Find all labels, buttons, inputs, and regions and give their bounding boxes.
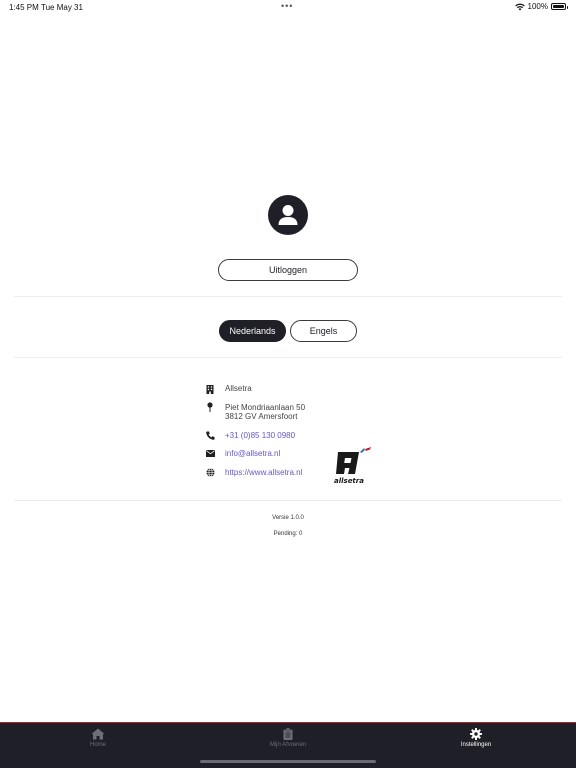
- language-option-engels[interactable]: Engels: [290, 320, 357, 342]
- battery-icon: [551, 3, 568, 10]
- divider-middle: [14, 357, 562, 358]
- tab-label: Home: [89, 742, 106, 748]
- tab-instellingen[interactable]: Instellingen: [416, 728, 536, 748]
- allsetra-logo: allsetra: [333, 446, 375, 486]
- battery-percentage: 100%: [527, 2, 548, 11]
- tab-label: Mijn Afvoeren: [269, 742, 307, 748]
- envelope-icon: [205, 448, 215, 458]
- phone-icon: [205, 430, 215, 440]
- avatar: [268, 195, 308, 235]
- status-time: 1:45 PM: [9, 3, 39, 12]
- home-indicator[interactable]: [200, 760, 376, 763]
- multitasking-dots-icon[interactable]: •••: [281, 1, 293, 11]
- building-icon: [205, 384, 215, 394]
- logout-button[interactable]: Uitloggen: [218, 259, 358, 281]
- pending-text: Pending: 0: [273, 531, 303, 537]
- status-right: 100%: [514, 2, 568, 11]
- wifi-icon: [514, 3, 525, 10]
- tab-mijn-afvoeren[interactable]: Mijn Afvoeren: [228, 728, 348, 748]
- logout-label: Uitloggen: [268, 265, 308, 275]
- language-option-nederlands[interactable]: Nederlands: [219, 320, 286, 342]
- clipboard-icon: [283, 728, 293, 740]
- tab-home[interactable]: Home: [38, 728, 158, 748]
- globe-icon: [205, 467, 215, 477]
- company-name: Allsetra: [225, 384, 252, 393]
- language-option-label: Nederlands: [229, 326, 276, 336]
- status-date: Tue May 31: [41, 3, 83, 12]
- person-icon: [278, 205, 298, 225]
- email-link[interactable]: info@allsetra.nl: [225, 449, 280, 458]
- divider-bottom: [14, 500, 562, 501]
- language-option-label: Engels: [309, 326, 338, 336]
- location-pin-icon: [205, 402, 215, 412]
- gear-icon: [470, 728, 482, 740]
- address-line-1: Piet Mondriaanlaan 50: [225, 403, 306, 412]
- home-icon: [91, 728, 105, 740]
- status-bar: 1:45 PM Tue May 31 ••• 100%: [0, 0, 576, 14]
- settings-screen: 1:45 PM Tue May 31 ••• 100% Uitloggen Ne…: [0, 0, 576, 768]
- tab-label: Instellingen: [460, 742, 492, 748]
- svg-text:allsetra: allsetra: [334, 477, 364, 485]
- address-line-2: 3812 GV Amersfoort: [225, 412, 298, 421]
- website-link[interactable]: https://www.allsetra.nl: [225, 468, 302, 477]
- version-text: Versie 1.0.0: [272, 515, 304, 521]
- divider-top: [14, 296, 562, 297]
- phone-link[interactable]: +31 (0)85 130 0980: [225, 431, 295, 440]
